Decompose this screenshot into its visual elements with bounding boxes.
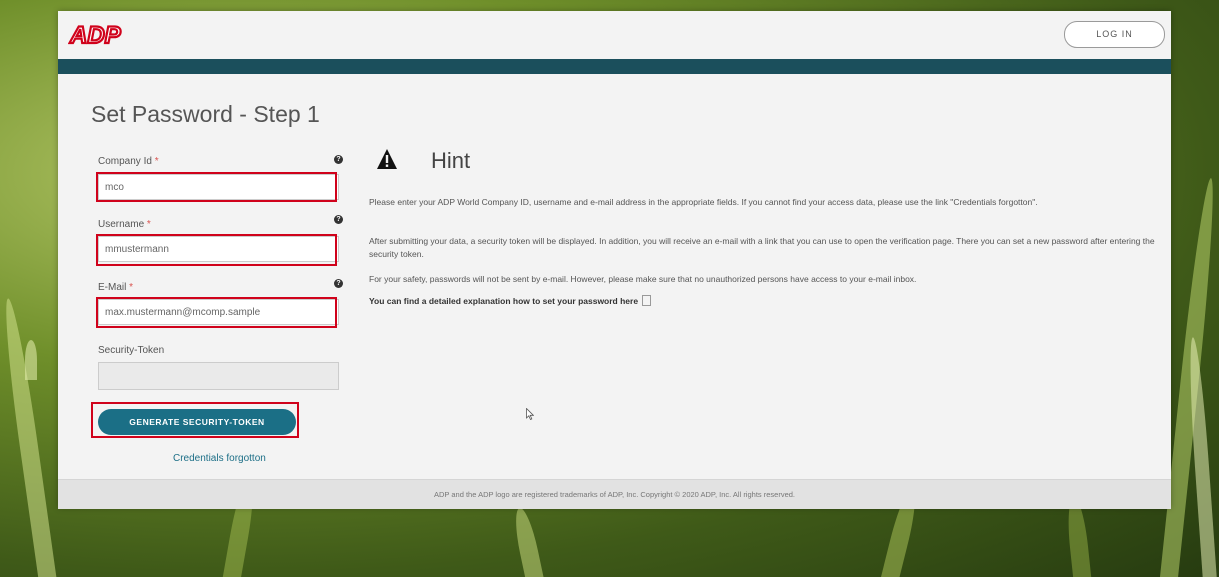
warning-icon: [377, 149, 397, 169]
company-id-label: Company Id *: [98, 156, 159, 167]
credentials-forgotton-link[interactable]: Credentials forgotton: [173, 453, 266, 464]
main-window: ADP LOG IN Set Password - Step 1 Company…: [58, 11, 1171, 509]
username-label: Username *: [98, 219, 151, 230]
footer: ADP and the ADP logo are registered trad…: [58, 479, 1171, 509]
mouse-cursor-icon: [526, 408, 534, 420]
email-highlight: [96, 297, 337, 328]
generate-button-highlight: [91, 402, 299, 438]
company-id-highlight: [96, 172, 337, 202]
email-help-icon[interactable]: ?: [334, 279, 343, 288]
username-highlight: [96, 234, 337, 266]
hint-paragraph-1: Please enter your ADP World Company ID, …: [369, 197, 1038, 207]
hint-paragraph-2: After submitting your data, a security t…: [369, 236, 1155, 259]
security-token-field: [98, 362, 339, 390]
hint-title: Hint: [431, 148, 471, 173]
top-bar: ADP LOG IN: [58, 11, 1171, 59]
header-stripe: [58, 59, 1171, 74]
security-token-label: Security-Token: [98, 345, 165, 356]
adp-logo[interactable]: ADP: [68, 19, 128, 49]
email-label: E-Mail *: [98, 282, 134, 293]
logo-text: ADP: [69, 22, 122, 49]
hint-paragraph-3: For your safety, passwords will not be s…: [369, 274, 917, 284]
login-button[interactable]: LOG IN: [1064, 21, 1165, 48]
pdf-icon[interactable]: [642, 295, 652, 306]
company-id-help-icon[interactable]: ?: [334, 155, 343, 164]
username-help-icon[interactable]: ?: [334, 215, 343, 224]
explanation-link[interactable]: You can find a detailed explanation how …: [369, 295, 652, 306]
page-title: Set Password - Step 1: [91, 101, 320, 127]
